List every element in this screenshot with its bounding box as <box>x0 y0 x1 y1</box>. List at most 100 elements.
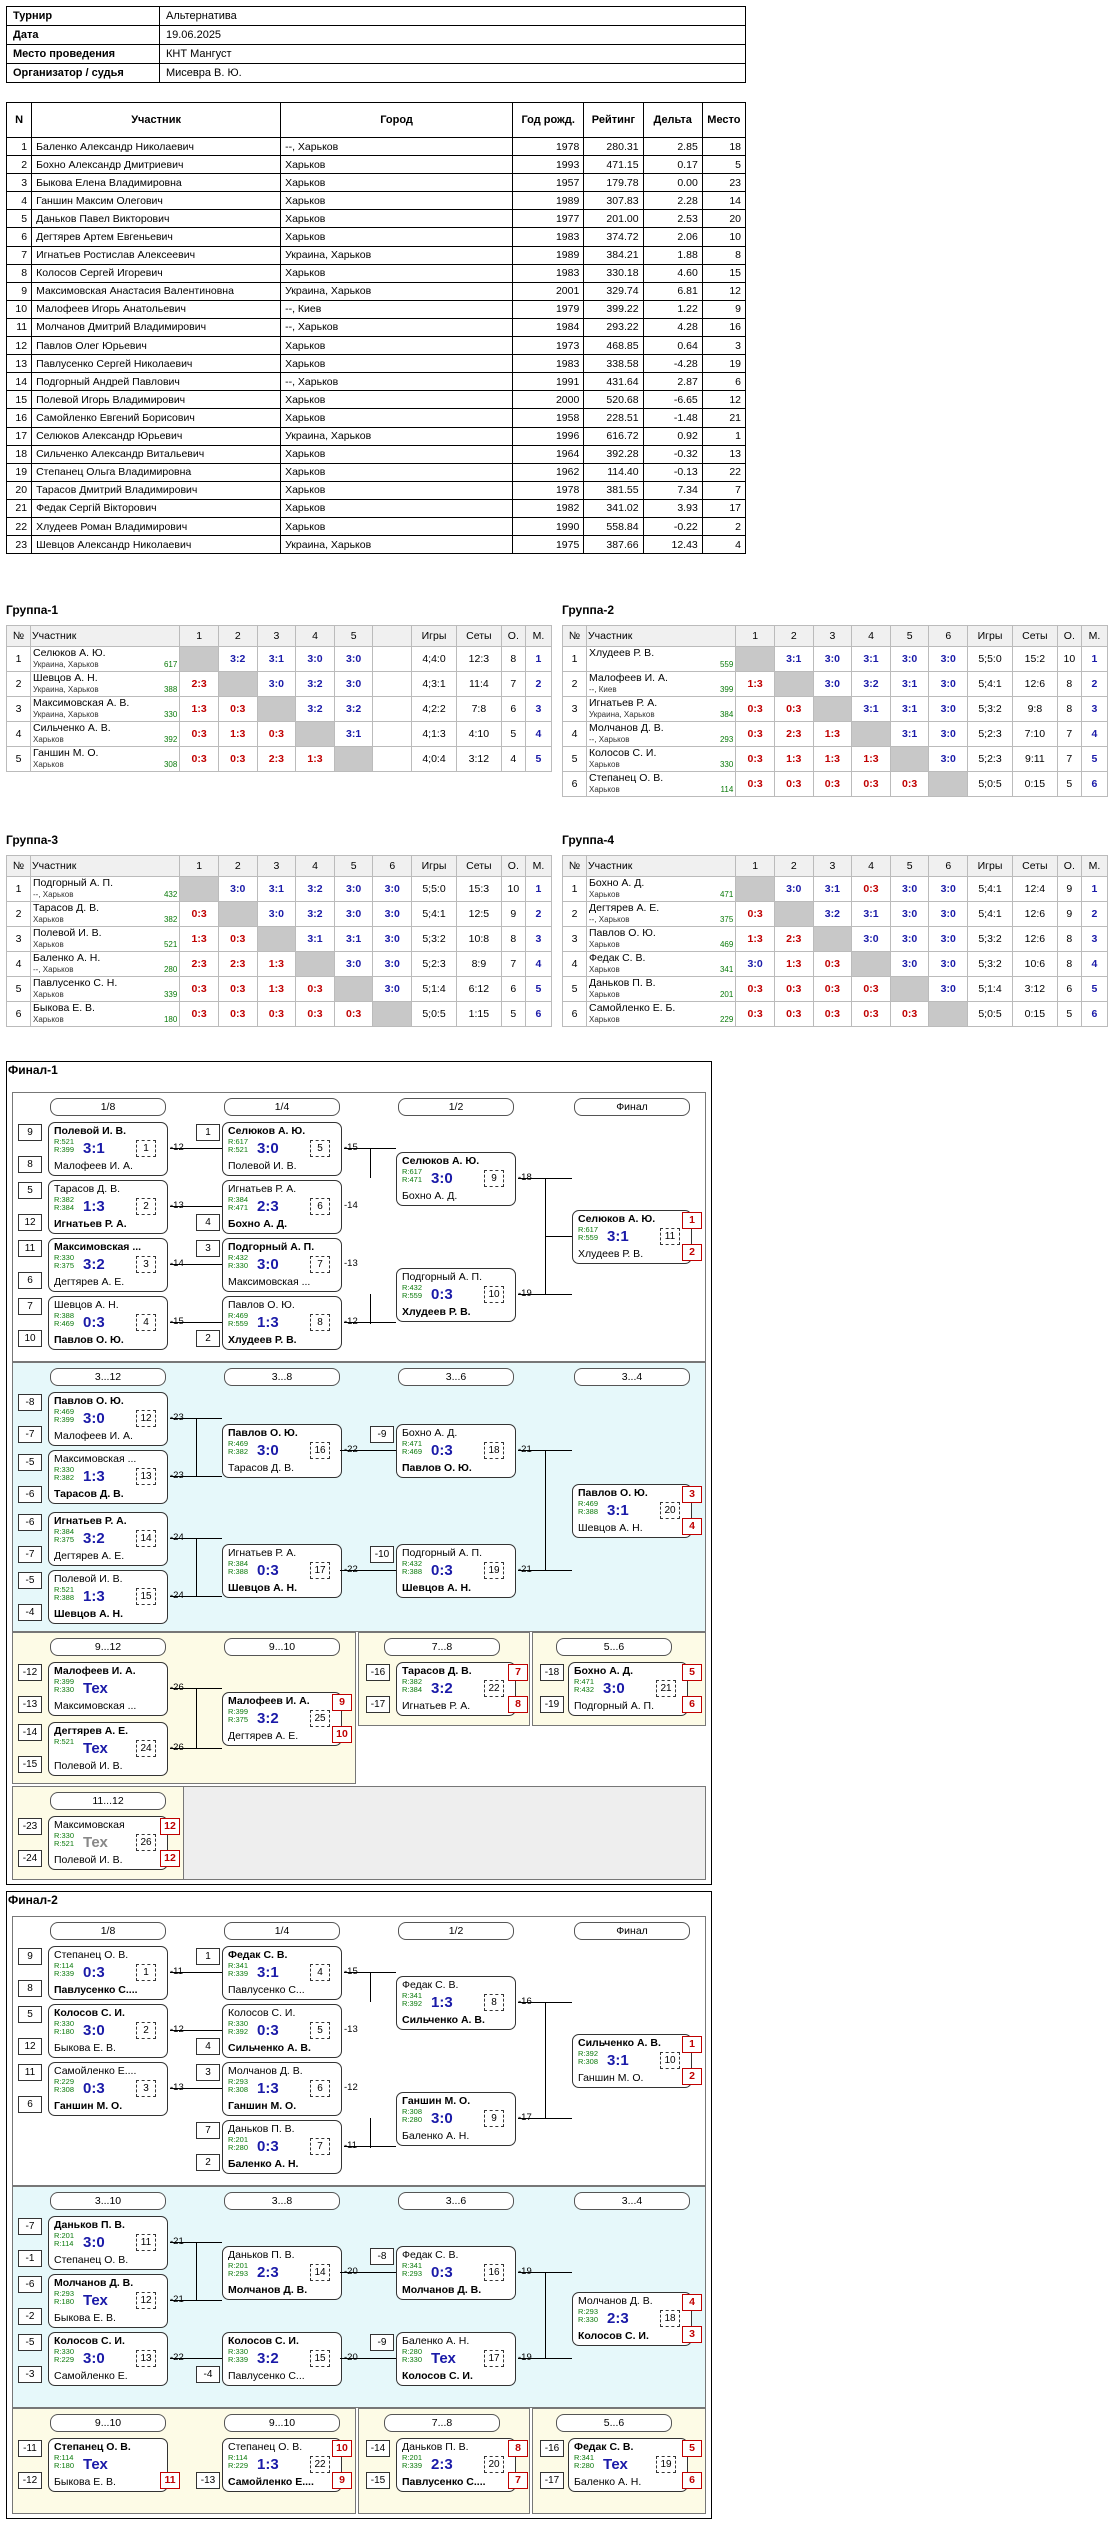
match-next-label: -13 <box>344 2024 358 2035</box>
group-player-city: Харьков 114 <box>589 785 734 794</box>
seed-box: 7 <box>18 1298 42 1315</box>
group-row-num: 1 <box>562 876 587 902</box>
player-rating: 280.31 <box>583 136 644 157</box>
match-number: 20 <box>484 2456 504 2473</box>
place-box: 10 <box>332 2440 352 2457</box>
group-row-num: 2 <box>562 671 587 697</box>
seed-box: -7 <box>18 1426 42 1443</box>
player-year: 1996 <box>512 426 585 446</box>
player-num: 22 <box>5 516 33 537</box>
place-box: 6 <box>682 1696 702 1713</box>
group-score-cell: 0:3 <box>889 1001 930 1027</box>
group-spacer-cell <box>372 646 413 672</box>
group-player-cell: Полевой И. В. Харьков 521 <box>29 926 181 952</box>
group-place: 3 <box>1080 696 1109 722</box>
player-delta: 6.81 <box>642 281 703 301</box>
group-header-row: № Участник 1 2 3 4 5 Игры Сеты О. М. <box>6 625 553 647</box>
bracket-line <box>170 2030 222 2031</box>
col-year: Год рожд. <box>512 102 585 138</box>
group-diag-cell <box>928 1001 969 1027</box>
match-number: 3 <box>136 1256 156 1273</box>
player-place: 12 <box>701 281 747 301</box>
match-number: 14 <box>310 2264 330 2281</box>
group-player-cell: Федак С. В. Харьков 341 <box>585 951 737 977</box>
player-delta: 2.28 <box>642 191 703 211</box>
group-spacer-cell <box>372 746 413 772</box>
player-delta: -0.13 <box>642 462 703 482</box>
bracket-line <box>170 1148 222 1149</box>
group-player-city: --, Харьков 375 <box>589 915 734 924</box>
player-name: Самойленко Евгений Борисович <box>31 408 282 428</box>
match-player-bottom: Сильченко А. В. <box>228 2042 311 2054</box>
f1-c-r1-match: Игнатьев Р. А. R:384 R:375 3:2 Дегтярев А. Е… <box>48 1512 168 1566</box>
player-num: 8 <box>5 263 33 283</box>
group-player-cell: Тарасов Д. В. Харьков 382 <box>29 901 181 927</box>
seed-box: 4 <box>196 1214 220 1231</box>
group-col-games: Игры <box>967 625 1013 647</box>
group-games: 5;3:2 <box>967 951 1013 977</box>
player-delta: 1.22 <box>642 299 703 319</box>
group-player-rating: 339 <box>163 990 178 999</box>
group-row-num: 6 <box>562 1001 587 1027</box>
group-diag-cell <box>735 876 775 902</box>
group-place: 1 <box>524 646 553 672</box>
group-row: 5 Колосов С. И. Харьков 330 0:3 1:3 1:3 1:3 3:0 5… <box>562 746 1109 772</box>
player-name: Хлудеев Роман Владимирович <box>31 516 282 537</box>
group-col-pts: О. <box>500 855 526 877</box>
group-place: 1 <box>1080 876 1109 902</box>
place-box: 8 <box>508 1696 528 1713</box>
match-player-top: Колосов С. И. <box>54 2335 125 2347</box>
match-player-bottom: Шевцов А. Н. <box>54 1608 124 1620</box>
match-player-bottom: Самойленко Е. <box>54 2370 128 2382</box>
group-score-cell: 3:2 <box>295 671 335 697</box>
group-row: 2 Дегтярев А. Е. --, Харьков 375 0:3 3:2 3:1 3:… <box>562 901 1109 927</box>
group-pts: 6 <box>500 976 526 1002</box>
group-col-n: № <box>6 855 31 877</box>
player-place: 5 <box>701 155 747 175</box>
match-player-bottom: Шевцов А. Н. <box>578 1522 643 1534</box>
group-table: № Участник 1 2 3 4 5 6 Игры Сеты О. М. 1 Хлудеев Р. В… <box>562 625 1109 797</box>
group-score-cell: 0:3 <box>735 1001 775 1027</box>
group-col-sets: Сеты <box>455 855 502 877</box>
round-label: 1/4 <box>224 1922 340 1940</box>
group-col-opp: 2 <box>217 855 258 877</box>
match-player-bottom: Малофеев И. А. <box>54 1430 133 1442</box>
group-col-n: № <box>562 855 587 877</box>
group-player-city: Харьков 392 <box>33 735 178 744</box>
f1-sf-match: Подгорный А. П. R:432 R:559 0:3 Хлудеев Р. В… <box>396 1268 516 1322</box>
player-rating: 330.18 <box>583 263 644 283</box>
player-num: 1 <box>5 136 33 157</box>
group-row-num: 2 <box>562 901 587 927</box>
player-delta: 4.60 <box>642 263 703 283</box>
match-rating-bottom: R:521 <box>54 1839 75 1848</box>
match-player-top: Молчанов Д. В. <box>228 2065 303 2077</box>
group-sets: 3:12 <box>1011 976 1058 1002</box>
group-sets: 7:8 <box>455 696 502 722</box>
player-num: 14 <box>5 372 33 392</box>
match-player-top: Степанец О. В. <box>54 2441 131 2453</box>
f1-c-r2-match: Игнатьев Р. А. R:384 R:388 0:3 Шевцов А. Н. 1… <box>222 1544 342 1598</box>
f1-r16-match: Шевцов А. Н. R:388 R:469 0:3 Павлов О. Ю. 4 <box>48 1296 168 1350</box>
player-rating: 468.85 <box>583 336 644 356</box>
match-player-bottom: Хлудеев Р. В. <box>228 1334 297 1346</box>
group-pts: 5 <box>1056 771 1082 797</box>
info-row: Место проведения КНТ Мангуст <box>6 44 746 64</box>
player-row: 21 Федак Сергій Вікторович Харьков 1982 341.… <box>5 498 747 518</box>
round-label: 5...6 <box>556 1638 672 1656</box>
group-score-cell: 3:0 <box>928 951 969 977</box>
group-row-num: 2 <box>6 671 31 697</box>
group-col-opp: 4 <box>295 855 335 877</box>
group-player-city: Харьков 339 <box>33 990 178 999</box>
group-player-rating: 229 <box>719 1015 734 1024</box>
group-player-city: Украина, Харьков 384 <box>589 710 734 719</box>
f2-qf-match: Даньков П. В. R:201 R:280 0:3 Баленко А. Н. 7 <box>222 2120 342 2174</box>
seed-box: -9 <box>370 1426 394 1443</box>
group-games: 5;2:3 <box>967 746 1013 772</box>
group-place: 1 <box>1080 646 1109 672</box>
group-diag-cell <box>851 951 891 977</box>
player-city: Харьков <box>280 227 514 247</box>
group-player-cell: Даньков П. В. Харьков 201 <box>585 976 737 1002</box>
group-col-opp: 5 <box>889 625 930 647</box>
player-row: 22 Хлудеев Роман Владимирович Харьков 1990 5… <box>5 516 747 537</box>
match-player-bottom: Баленко А. Н. <box>574 2476 642 2488</box>
